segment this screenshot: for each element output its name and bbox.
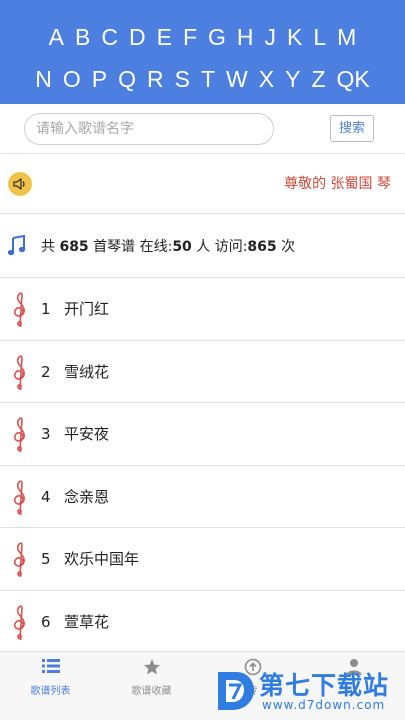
song-number: 1 xyxy=(41,300,51,318)
letter-n[interactable]: N xyxy=(30,64,58,94)
alphabet-row-1: A B C D E F G H J K L M xyxy=(0,22,405,52)
d7-logo-icon xyxy=(218,672,254,710)
treble-clef-icon xyxy=(13,417,25,452)
alphabet-row-2: N O P Q R S T W X Y Z QK xyxy=(0,64,405,94)
search-button[interactable]: 搜索 xyxy=(330,115,374,142)
greeting-row: 尊敬的 张蜀国 琴 xyxy=(0,154,405,214)
watermark-text: 第七下载站 xyxy=(259,671,390,700)
music-note-icon xyxy=(7,235,26,256)
online-count: 50 xyxy=(172,239,192,255)
treble-clef-icon xyxy=(13,604,25,640)
letter-d[interactable]: D xyxy=(123,22,151,52)
stats-online-suffix: 人 访问: xyxy=(191,239,248,255)
letter-q[interactable]: Q xyxy=(113,64,142,94)
greeting-text: 尊敬的 张蜀国 琴 xyxy=(284,176,391,192)
song-item[interactable]: 3 平安夜 xyxy=(0,403,405,466)
letter-g[interactable]: G xyxy=(203,22,232,52)
stats-count-suffix: 首琴谱 在线: xyxy=(88,239,173,255)
song-count: 685 xyxy=(59,239,89,255)
tab-favorites[interactable]: 歌谱收藏 xyxy=(101,652,202,720)
treble-clef-icon xyxy=(13,479,25,515)
watermark-logo: 第七下载站 www.d7down.com xyxy=(212,664,402,718)
letter-s[interactable]: S xyxy=(169,64,195,94)
letter-w[interactable]: W xyxy=(221,64,254,94)
song-item[interactable]: 4 念亲恩 xyxy=(0,466,405,528)
letter-e[interactable]: E xyxy=(151,22,177,52)
letter-p[interactable]: P xyxy=(86,64,112,94)
alphabet-index-header: A B C D E F G H J K L M N O P Q R S T W … xyxy=(0,0,405,104)
list-icon xyxy=(41,659,60,673)
song-number: 5 xyxy=(41,550,51,568)
song-number: 4 xyxy=(41,487,51,506)
song-item[interactable]: 2 雪绒花 xyxy=(0,341,405,403)
letter-j[interactable]: J xyxy=(259,22,282,52)
letter-f[interactable]: F xyxy=(177,22,202,52)
song-title: 雪绒花 xyxy=(64,362,110,381)
song-item[interactable]: 6 萱草花 xyxy=(0,591,405,653)
stats-text: 共 685 首琴谱 在线:50 人 访问:865 次 xyxy=(41,237,295,257)
letter-b[interactable]: B xyxy=(70,22,96,52)
letter-k[interactable]: K xyxy=(282,22,308,52)
watermark-url: www.d7down.com xyxy=(262,698,386,712)
tab-label: 歌谱收藏 xyxy=(131,686,172,697)
song-title: 欢乐中国年 xyxy=(64,550,140,568)
visit-count: 865 xyxy=(247,239,277,255)
song-item[interactable]: 5 欢乐中国年 xyxy=(0,528,405,591)
treble-clef-icon xyxy=(13,292,25,327)
search-bar: 搜索 xyxy=(0,104,405,154)
tab-label: 歌谱列表 xyxy=(30,686,71,697)
song-number: 6 xyxy=(41,612,51,631)
letter-r[interactable]: R xyxy=(142,64,170,94)
letter-c[interactable]: C xyxy=(96,22,124,52)
letter-z[interactable]: Z xyxy=(306,64,331,94)
letter-o[interactable]: O xyxy=(57,64,86,94)
letter-m[interactable]: M xyxy=(332,22,362,52)
speaker-icon[interactable] xyxy=(8,172,32,196)
letter-qk[interactable]: QK xyxy=(331,64,375,94)
song-number: 2 xyxy=(41,362,51,381)
letter-h[interactable]: H xyxy=(231,22,259,52)
star-icon xyxy=(143,659,160,675)
song-title: 萱草花 xyxy=(64,612,110,631)
stats-prefix: 共 xyxy=(41,239,60,255)
song-list: 1 开门红 2 雪绒花 3 平安夜 4 念亲恩 5 欢乐中国年 6 萱草花 xyxy=(0,278,405,653)
letter-l[interactable]: L xyxy=(308,22,332,52)
song-number: 3 xyxy=(41,425,51,443)
treble-clef-icon xyxy=(13,542,25,577)
letter-x[interactable]: X xyxy=(253,64,279,94)
treble-clef-icon xyxy=(13,354,25,390)
song-title: 念亲恩 xyxy=(64,487,110,506)
letter-t[interactable]: T xyxy=(195,64,220,94)
song-title: 平安夜 xyxy=(64,425,110,443)
song-title: 开门红 xyxy=(64,300,110,318)
letter-a[interactable]: A xyxy=(43,22,69,52)
stats-visits-suffix: 次 xyxy=(276,239,296,255)
stats-row: 共 685 首琴谱 在线:50 人 访问:865 次 xyxy=(0,214,405,278)
letter-y[interactable]: Y xyxy=(280,64,306,94)
search-input[interactable] xyxy=(24,113,274,145)
song-item[interactable]: 1 开门红 xyxy=(0,278,405,341)
tab-song-list[interactable]: 歌谱列表 xyxy=(0,652,101,720)
